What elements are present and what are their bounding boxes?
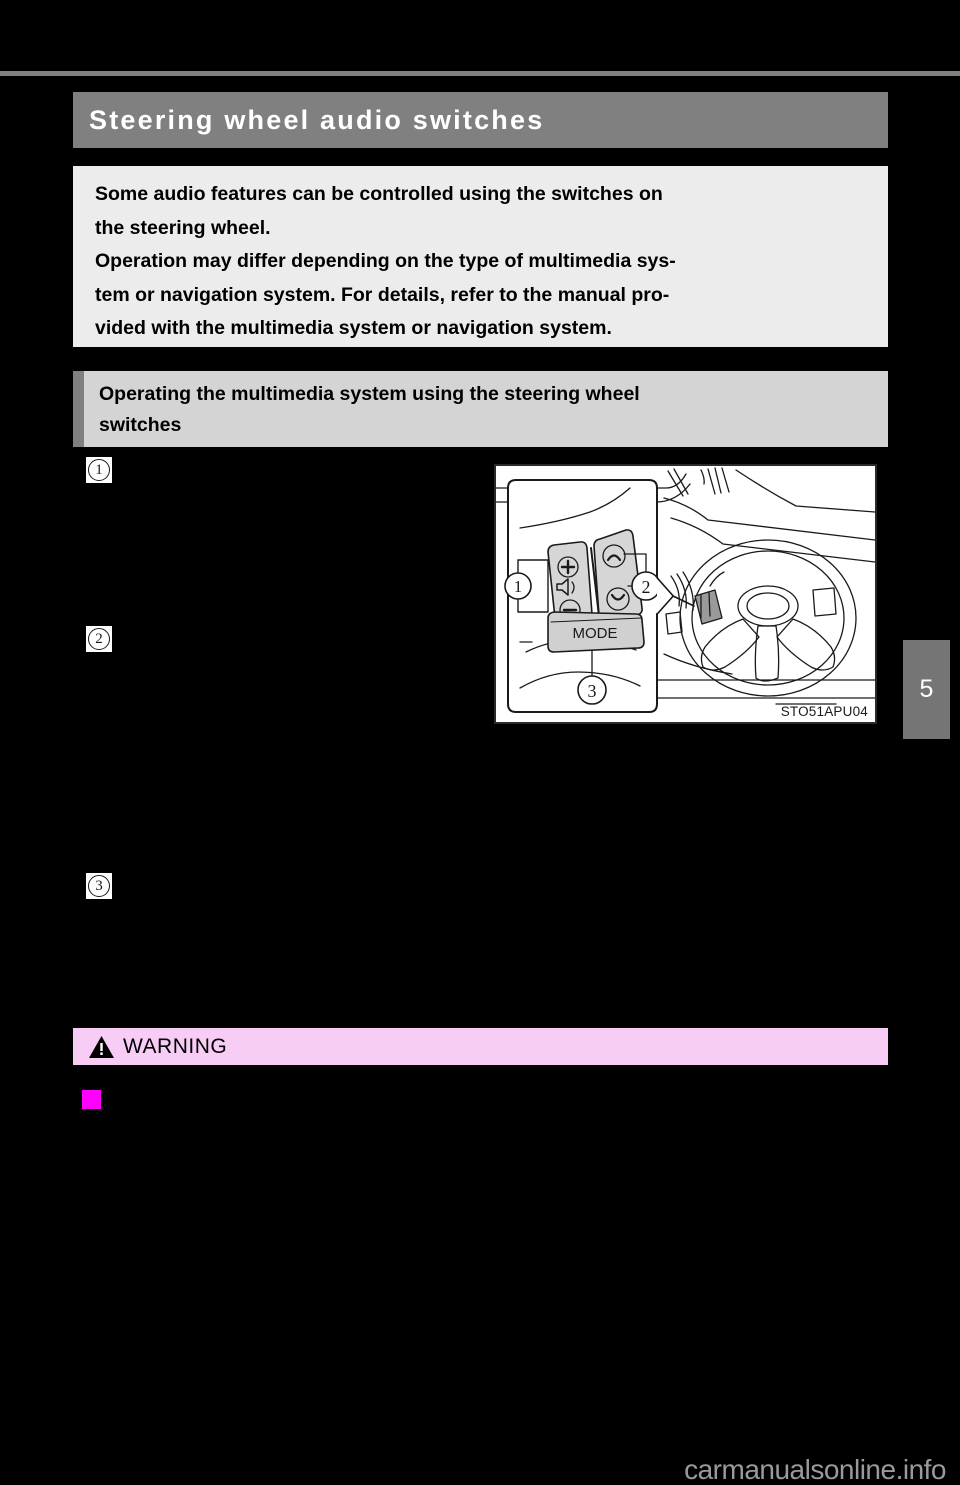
- site-watermark: carmanualsonline.info: [0, 1444, 960, 1484]
- intro-description-box: Some audio features can be controlled us…: [73, 166, 888, 347]
- circled-number-1-icon: 1: [88, 459, 110, 481]
- circled-number-3-icon: 3: [88, 875, 110, 897]
- subsection-header: Operating the multimedia system using th…: [73, 371, 888, 447]
- intro-line-5: vided with the multimedia system or navi…: [95, 317, 612, 339]
- chapter-tab-number: 5: [919, 675, 934, 703]
- illustration-artwork: 1 2 3 MODE: [496, 467, 875, 713]
- illus-callout-3-label: 3: [588, 681, 597, 701]
- intro-line-4: tem or navigation system. For details, r…: [95, 283, 670, 306]
- page-title-banner: Steering wheel audio switches: [73, 92, 888, 148]
- illustration-code: STO51APU04: [780, 704, 868, 719]
- illus-callout-2-label: 2: [642, 577, 651, 597]
- chapter-tab: 5: [903, 640, 950, 739]
- page-title: Steering wheel audio switches: [89, 104, 545, 135]
- illus-callout-1-label: 1: [514, 577, 523, 596]
- intro-line-1: Some audio features can be controlled us…: [95, 183, 663, 205]
- warning-header: WARNING: [73, 1026, 888, 1068]
- warning-bullet-icon: [82, 1090, 101, 1109]
- warning-label: WARNING: [123, 1034, 228, 1058]
- subsection-line-2: switches: [99, 414, 182, 436]
- intro-line-3: Operation may differ depending on the ty…: [95, 250, 676, 272]
- callout-marker-2: 2: [86, 626, 112, 652]
- warning-triangle-icon: [89, 1035, 114, 1058]
- callout-marker-1: 1: [86, 457, 112, 483]
- mode-button-label: MODE: [573, 625, 618, 642]
- top-page-rule: [0, 71, 960, 76]
- subsection-line-1: Operating the multimedia system using th…: [99, 383, 640, 405]
- steering-wheel-switch-illustration: 1 2 3 MODE STO51APU04: [494, 464, 877, 724]
- callout-marker-3: 3: [86, 873, 112, 899]
- intro-line-2: the steering wheel.: [95, 216, 271, 239]
- watermark-text: carmanualsonline.info: [684, 1454, 946, 1485]
- circled-number-2-icon: 2: [88, 628, 110, 650]
